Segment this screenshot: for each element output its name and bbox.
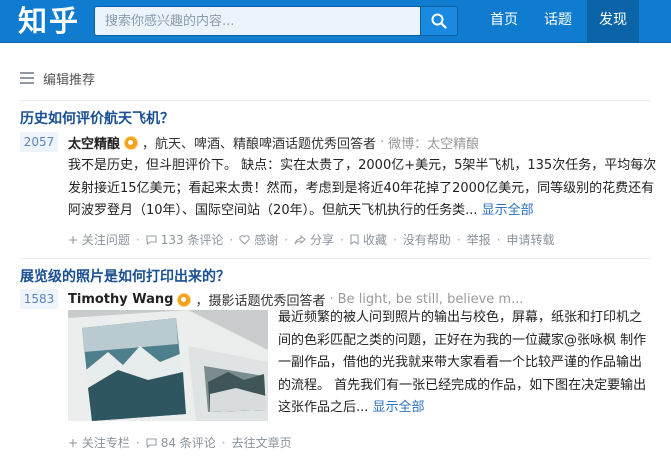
summary-line: 的流程。 首先我们有一张已经完成的作品，如下图在决定要输出 [278, 377, 647, 393]
answer-summary[interactable]: 我不是历史，但斗胆评价下。 缺点：实在太贵了，2000亿+美元，5架半飞机，13… [68, 155, 658, 223]
nav-topics[interactable]: 话题 [533, 0, 583, 43]
nav-home[interactable]: 首页 [479, 0, 529, 43]
answer-thumbnail-image[interactable] [68, 310, 268, 421]
no-help-button[interactable]: 没有帮助 [403, 231, 451, 248]
author-line: 太空精酿 ，航天、啤酒、精酿啤酒话题优秀回答者 · 微博：太空精酿 [68, 133, 479, 152]
comment-icon [146, 437, 157, 448]
separator: · [380, 135, 385, 150]
follow-question-button[interactable]: + 关注问题 [68, 231, 130, 248]
author-name[interactable]: Timothy Wang [68, 292, 173, 307]
search-box [94, 6, 458, 36]
show-all-link[interactable]: 显示全部 [482, 203, 534, 218]
share-icon [294, 234, 306, 244]
top-bar: 知乎 首页 话题 发现 [0, 0, 671, 43]
action-bar: + 关注专栏 · 84 条评论 · 去往文章页 [68, 434, 292, 451]
question-title[interactable]: 展览级的照片是如何打印出来的？ [20, 266, 230, 286]
excellent-answerer-badge-icon [177, 292, 192, 307]
nav-explore[interactable]: 发现 [587, 0, 639, 43]
summary-line: 一副作品，借他的光我就来带大家看看一个比较严谨的作品输出 [278, 355, 643, 370]
report-button[interactable]: 举报 [467, 231, 491, 248]
heart-icon [239, 234, 250, 245]
section-title: 编辑推荐 [43, 72, 96, 88]
comments-button[interactable]: 84 条评论 [146, 434, 216, 451]
summary-line: 间的色彩匹配之类的问题，正好在为我的一位藏家@张咏枫 制作 [278, 332, 647, 348]
summary-line: 最近频繁的被人问到照片的输出与校色，屏幕，纸张和打印机之 [278, 310, 643, 325]
comments-button[interactable]: 133 条评论 [146, 231, 223, 248]
author-bio: ，航天、啤酒、精酿啤酒话题优秀回答者 [142, 137, 377, 152]
author-source: Be light, be still, believe m... [337, 292, 524, 307]
excellent-answerer-badge-icon [124, 135, 139, 150]
search-button[interactable] [420, 6, 458, 36]
summary-line: 我不是历史，但斗胆评价下。 缺点：实在太贵了，2000亿+美元，5架半飞机，13… [68, 158, 657, 173]
vote-count[interactable]: 1583 [20, 289, 58, 309]
search-input[interactable] [94, 6, 420, 36]
print-photo-illustration [68, 310, 268, 421]
zhihu-logo[interactable]: 知乎 [18, 2, 80, 40]
author-source: 微博：太空精酿 [388, 137, 480, 152]
comment-icon [146, 234, 157, 245]
thanks-button[interactable]: 感谢 [239, 231, 278, 248]
divider [20, 100, 651, 101]
separator: · [329, 292, 334, 307]
reprint-button[interactable]: 申请转载 [506, 231, 554, 248]
author-name[interactable]: 太空精酿 [68, 133, 120, 152]
collect-button[interactable]: 收藏 [350, 231, 387, 248]
divider [20, 258, 651, 259]
question-title[interactable]: 历史如何评价航天飞机？ [20, 108, 174, 128]
summary-line: 发射接近15亿美元；看起来太贵！然而，考虑到是将近40年花掉了2000亿美元，同… [68, 180, 655, 196]
bookmark-icon [350, 234, 359, 245]
goto-article-button[interactable]: 去往文章页 [232, 434, 292, 451]
vote-count[interactable]: 2057 [20, 132, 58, 152]
show-all-link[interactable]: 显示全部 [373, 400, 425, 415]
follow-column-button[interactable]: + 关注专栏 [68, 434, 130, 451]
list-icon [20, 72, 34, 84]
summary-line: 阿波罗登月（10年）、国际空间站（20年）。但航天飞机执行的任务类... 显示全… [68, 203, 534, 218]
summary-line: 这张作品之后... 显示全部 [278, 400, 425, 415]
section-header: 编辑推荐 [20, 68, 95, 88]
action-bar: + 关注问题 · 133 条评论 · 感谢 · 分享 · 收藏 · 没有帮助 ·… [68, 231, 555, 248]
search-icon [431, 13, 447, 29]
answer-summary[interactable]: 最近频繁的被人问到照片的输出与校色，屏幕，纸张和打印机之 间的色彩匹配之类的问题… [278, 307, 658, 420]
share-button[interactable]: 分享 [294, 231, 334, 248]
